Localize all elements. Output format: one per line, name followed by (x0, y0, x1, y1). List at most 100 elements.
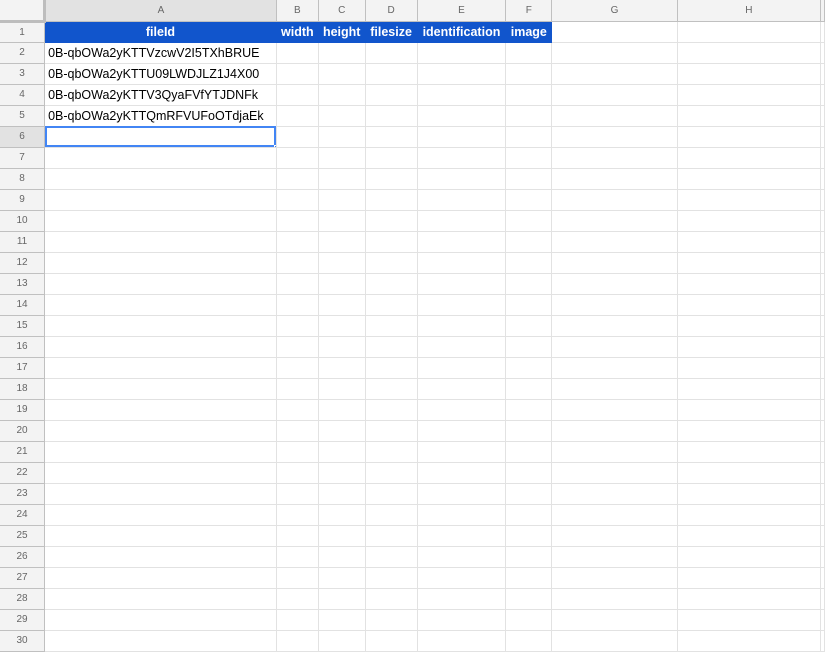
cell-e18[interactable] (417, 378, 507, 400)
column-header-b[interactable]: B (276, 0, 319, 22)
cell-b10[interactable] (276, 210, 319, 232)
cell-g11[interactable] (551, 231, 678, 253)
cell-d22[interactable] (365, 462, 418, 484)
cell-g30[interactable] (551, 630, 678, 652)
cell-g19[interactable] (551, 399, 678, 421)
row-header-23[interactable]: 23 (0, 483, 46, 505)
cell-g7[interactable] (551, 147, 678, 169)
cell-f3[interactable] (505, 63, 553, 85)
select-all-corner[interactable] (0, 0, 47, 23)
cell-h30[interactable] (677, 630, 822, 652)
cell-b20[interactable] (276, 420, 319, 442)
cell-b17[interactable] (276, 357, 319, 379)
cell-d24[interactable] (365, 504, 418, 526)
cell-d14[interactable] (365, 294, 418, 316)
cell-g15[interactable] (551, 315, 678, 337)
cell-b6[interactable] (276, 126, 319, 148)
cell-d3[interactable] (365, 63, 418, 85)
cell-d8[interactable] (365, 168, 418, 190)
cell-e14[interactable] (417, 294, 507, 316)
cell-e20[interactable] (417, 420, 507, 442)
cell-b30[interactable] (276, 630, 319, 652)
cell-b4[interactable] (276, 84, 319, 106)
cell-f6[interactable] (505, 126, 553, 148)
cell-c21[interactable] (318, 441, 366, 463)
cell-f19[interactable] (505, 399, 553, 421)
row-header-29[interactable]: 29 (0, 609, 46, 631)
cell-h5[interactable] (677, 105, 822, 127)
cell-b26[interactable] (276, 546, 319, 568)
cell-e17[interactable] (417, 357, 507, 379)
cell-d16[interactable] (365, 336, 418, 358)
cell-c10[interactable] (318, 210, 366, 232)
cell-d30[interactable] (365, 630, 418, 652)
cell-a3[interactable]: 0B-qbOWa2yKTTU09LWDJLZ1J4X00 (44, 63, 277, 85)
cell-h29[interactable] (677, 609, 822, 631)
cell-e19[interactable] (417, 399, 507, 421)
row-header-15[interactable]: 15 (0, 315, 46, 337)
cell-e12[interactable] (417, 252, 507, 274)
cell-d7[interactable] (365, 147, 418, 169)
cell-e5[interactable] (417, 105, 507, 127)
cell-h15[interactable] (677, 315, 822, 337)
cell-d12[interactable] (365, 252, 418, 274)
cell-e21[interactable] (417, 441, 507, 463)
cell-c8[interactable] (318, 168, 366, 190)
cell-d29[interactable] (365, 609, 418, 631)
cell-f20[interactable] (505, 420, 553, 442)
cell-c7[interactable] (318, 147, 366, 169)
row-header-3[interactable]: 3 (0, 63, 46, 85)
cell-g25[interactable] (551, 525, 678, 547)
row-header-4[interactable]: 4 (0, 84, 46, 106)
cell-e6[interactable] (417, 126, 507, 148)
cell-f8[interactable] (505, 168, 553, 190)
cell-f13[interactable] (505, 273, 553, 295)
cell-d23[interactable] (365, 483, 418, 505)
cell-b23[interactable] (276, 483, 319, 505)
cell-a8[interactable] (44, 168, 277, 190)
cell-f14[interactable] (505, 294, 553, 316)
cell-d6[interactable] (365, 126, 418, 148)
row-header-18[interactable]: 18 (0, 378, 46, 400)
cell-c17[interactable] (318, 357, 366, 379)
cell-a25[interactable] (44, 525, 277, 547)
cell-a11[interactable] (44, 231, 277, 253)
column-header-d[interactable]: D (365, 0, 418, 22)
cell-b5[interactable] (276, 105, 319, 127)
cell-b28[interactable] (276, 588, 319, 610)
cell-d25[interactable] (365, 525, 418, 547)
cell-e25[interactable] (417, 525, 507, 547)
cell-d17[interactable] (365, 357, 418, 379)
cell-h25[interactable] (677, 525, 822, 547)
cell-f22[interactable] (505, 462, 553, 484)
cell-b2[interactable] (276, 42, 319, 64)
cell-d20[interactable] (365, 420, 418, 442)
cell-a27[interactable] (44, 567, 277, 589)
cell-g10[interactable] (551, 210, 678, 232)
cell-f18[interactable] (505, 378, 553, 400)
cell-g8[interactable] (551, 168, 678, 190)
cell-e16[interactable] (417, 336, 507, 358)
cell-a28[interactable] (44, 588, 277, 610)
column-header-c[interactable]: C (318, 0, 366, 22)
row-header-12[interactable]: 12 (0, 252, 46, 274)
cell-e9[interactable] (417, 189, 507, 211)
fill-handle[interactable] (273, 144, 276, 146)
cell-c24[interactable] (318, 504, 366, 526)
cell-d5[interactable] (365, 105, 418, 127)
cell-f1[interactable]: image (505, 21, 553, 43)
cell-e13[interactable] (417, 273, 507, 295)
cell-a30[interactable] (44, 630, 277, 652)
cell-a17[interactable] (44, 357, 277, 379)
cell-g14[interactable] (551, 294, 678, 316)
cell-f26[interactable] (505, 546, 553, 568)
cell-c5[interactable] (318, 105, 366, 127)
cell-c30[interactable] (318, 630, 366, 652)
row-header-27[interactable]: 27 (0, 567, 46, 589)
row-header-8[interactable]: 8 (0, 168, 46, 190)
column-header-e[interactable]: E (417, 0, 507, 22)
cell-e27[interactable] (417, 567, 507, 589)
cell-h1[interactable] (677, 21, 822, 43)
cell-h27[interactable] (677, 567, 822, 589)
cell-c18[interactable] (318, 378, 366, 400)
